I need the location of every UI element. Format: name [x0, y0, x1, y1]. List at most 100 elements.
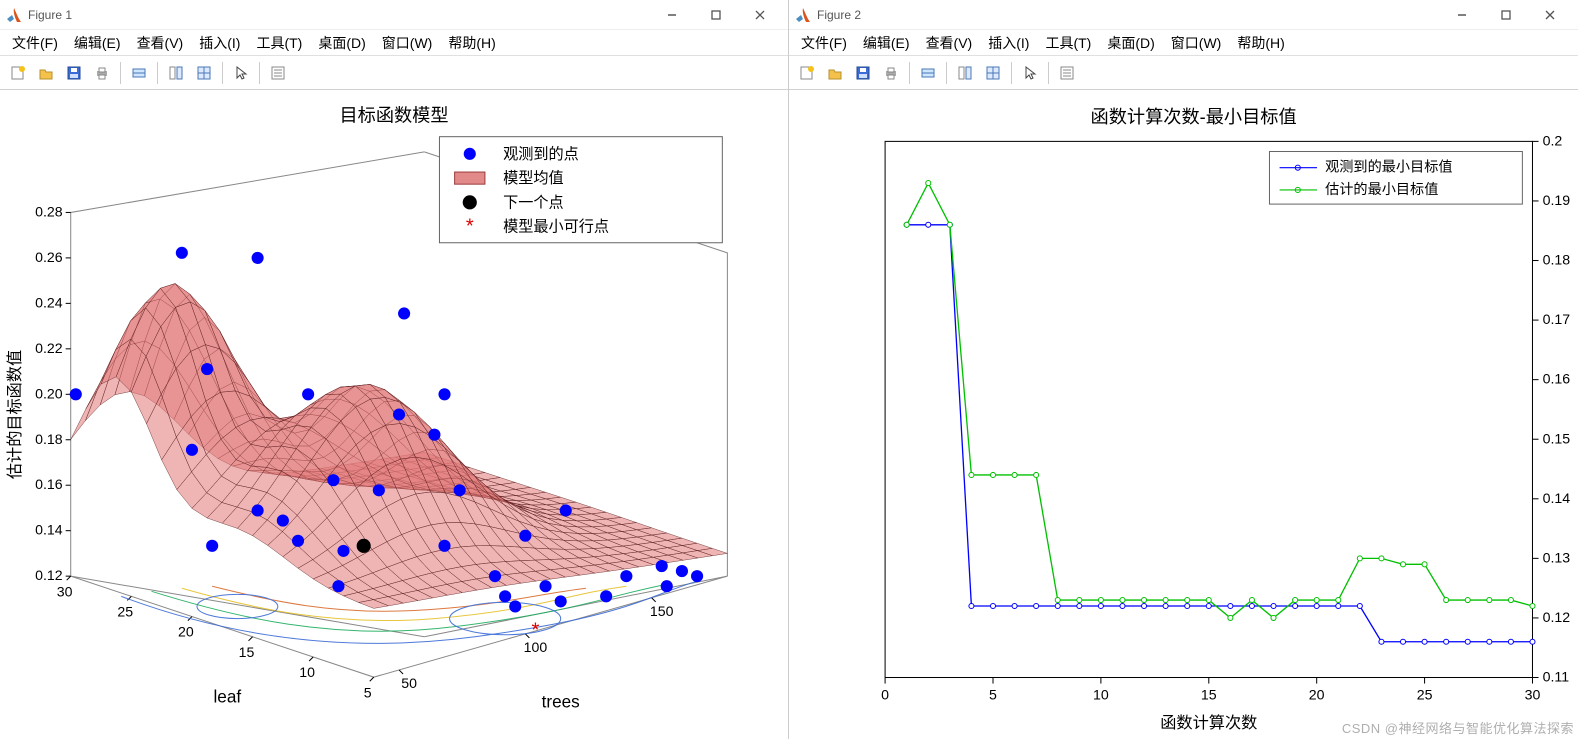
menu-help[interactable]: 帮助(H) [1229, 31, 1292, 55]
minimize-button[interactable] [1440, 1, 1484, 29]
menu-view[interactable]: 查看(V) [129, 31, 192, 55]
legend[interactable]: 观测到的点 模型均值 下一个点 * 模型最小可行点 [439, 137, 722, 243]
series-line [907, 183, 1533, 618]
pointer-icon[interactable] [228, 60, 254, 86]
menu-insert[interactable]: 插入(I) [980, 31, 1037, 55]
matlab-logo-icon [6, 7, 22, 23]
svg-text:0: 0 [881, 688, 889, 704]
legend-observed-min: 观测到的最小目标值 [1325, 159, 1452, 176]
svg-text:30: 30 [1525, 688, 1541, 704]
figure-1-window: Figure 1 文件(F) 编辑(E) 查看(V) 插入(I) 工具(T) 桌… [0, 0, 789, 739]
svg-text:0.24: 0.24 [35, 294, 63, 310]
svg-text:20: 20 [1309, 688, 1325, 704]
pointer-icon[interactable] [1017, 60, 1043, 86]
model-mean-surface [71, 284, 728, 609]
svg-text:0.16: 0.16 [35, 476, 63, 492]
svg-text:0.28: 0.28 [35, 203, 63, 219]
svg-text:0.12: 0.12 [35, 567, 63, 583]
data-cursor-icon[interactable] [915, 60, 941, 86]
svg-text:0.18: 0.18 [1543, 253, 1571, 269]
svg-text:15: 15 [1201, 688, 1217, 704]
minimize-button[interactable] [650, 1, 694, 29]
legend-next-point: 下一个点 [503, 194, 564, 211]
figure-2-menubar: 文件(F) 编辑(E) 查看(V) 插入(I) 工具(T) 桌面(D) 窗口(W… [789, 30, 1578, 56]
svg-text:0.13: 0.13 [1543, 550, 1571, 566]
svg-text:*: * [466, 216, 474, 238]
close-button[interactable] [1528, 1, 1572, 29]
figure-2-axes[interactable]: 函数计算次数-最小目标值 0.11 0.12 0.13 0.14 0.15 0.16 0.1… [789, 90, 1578, 739]
menu-help[interactable]: 帮助(H) [440, 31, 503, 55]
save-icon[interactable] [850, 60, 876, 86]
svg-text:20: 20 [178, 624, 194, 640]
svg-text:0.11: 0.11 [1543, 670, 1570, 686]
svg-text:0.22: 0.22 [35, 340, 63, 356]
menu-tools[interactable]: 工具(T) [1037, 31, 1099, 55]
figure-1-axes[interactable]: 目标函数模型 0.12 0.14 0.16 0.18 0.20 0.22 0.24 0.26 0… [0, 90, 788, 739]
svg-text:0.20: 0.20 [35, 385, 63, 401]
svg-text:0.14: 0.14 [1543, 491, 1571, 507]
svg-text:50: 50 [401, 675, 417, 691]
menu-desktop[interactable]: 桌面(D) [310, 31, 373, 55]
sub-plot-icon[interactable] [191, 60, 217, 86]
svg-text:10: 10 [299, 664, 315, 680]
sub-plot-icon[interactable] [980, 60, 1006, 86]
new-figure-icon[interactable] [5, 60, 31, 86]
print-icon[interactable] [878, 60, 904, 86]
save-icon[interactable] [61, 60, 87, 86]
svg-text:5: 5 [364, 684, 372, 700]
properties-icon[interactable] [1054, 60, 1080, 86]
svg-text:0.12: 0.12 [1543, 610, 1571, 626]
svg-text:0.18: 0.18 [35, 431, 63, 447]
open-icon[interactable] [822, 60, 848, 86]
svg-text:5: 5 [989, 688, 997, 704]
z-axis-label: 估计的目标函数值 [6, 350, 24, 479]
figure-1-menubar: 文件(F) 编辑(E) 查看(V) 插入(I) 工具(T) 桌面(D) 窗口(W… [0, 30, 788, 56]
link-plot-icon[interactable] [163, 60, 189, 86]
figure-1-titlebar: Figure 1 [0, 0, 788, 30]
data-cursor-icon[interactable] [126, 60, 152, 86]
maximize-button[interactable] [1484, 1, 1528, 29]
figure-2-window: Figure 2 文件(F) 编辑(E) 查看(V) 插入(I) 工具(T) 桌… [789, 0, 1578, 739]
svg-text:0.16: 0.16 [1543, 372, 1571, 388]
legend-model-min: 模型最小可行点 [503, 219, 609, 236]
matlab-logo-icon [795, 7, 811, 23]
new-figure-icon[interactable] [794, 60, 820, 86]
menu-window[interactable]: 窗口(W) [1163, 31, 1230, 55]
legend[interactable]: 观测到的最小目标值 估计的最小目标值 [1269, 152, 1522, 205]
open-icon[interactable] [33, 60, 59, 86]
print-icon[interactable] [89, 60, 115, 86]
figure-1-title: Figure 1 [28, 8, 72, 22]
svg-text:0.17: 0.17 [1543, 312, 1571, 328]
figure-2-toolbar [789, 56, 1578, 90]
svg-text:15: 15 [239, 644, 255, 660]
svg-text:0.19: 0.19 [1543, 193, 1571, 209]
legend-estimated-min: 估计的最小目标值 [1325, 181, 1438, 198]
svg-text:0.15: 0.15 [1543, 431, 1571, 447]
close-button[interactable] [738, 1, 782, 29]
y-axis-label: trees [542, 691, 580, 711]
menu-file[interactable]: 文件(F) [4, 31, 66, 55]
properties-icon[interactable] [265, 60, 291, 86]
svg-text:25: 25 [1417, 688, 1433, 704]
menu-insert[interactable]: 插入(I) [191, 31, 248, 55]
plot-title: 函数计算次数-最小目标值 [1091, 107, 1297, 127]
next-point-marker [357, 539, 371, 553]
menu-file[interactable]: 文件(F) [793, 31, 855, 55]
maximize-button[interactable] [694, 1, 738, 29]
svg-text:0.2: 0.2 [1543, 133, 1563, 149]
svg-text:25: 25 [117, 604, 133, 620]
menu-view[interactable]: 查看(V) [918, 31, 981, 55]
svg-text:150: 150 [650, 603, 674, 619]
menu-window[interactable]: 窗口(W) [374, 31, 441, 55]
plot-title: 目标函数模型 [339, 106, 448, 126]
svg-text:0.14: 0.14 [35, 522, 63, 538]
svg-text:10: 10 [1093, 688, 1109, 704]
menu-edit[interactable]: 编辑(E) [66, 31, 129, 55]
menu-tools[interactable]: 工具(T) [248, 31, 310, 55]
x-axis-label: leaf [213, 686, 241, 706]
svg-text:0.26: 0.26 [35, 249, 63, 265]
menu-desktop[interactable]: 桌面(D) [1099, 31, 1162, 55]
model-min-marker: * [532, 620, 540, 642]
menu-edit[interactable]: 编辑(E) [855, 31, 918, 55]
link-plot-icon[interactable] [952, 60, 978, 86]
